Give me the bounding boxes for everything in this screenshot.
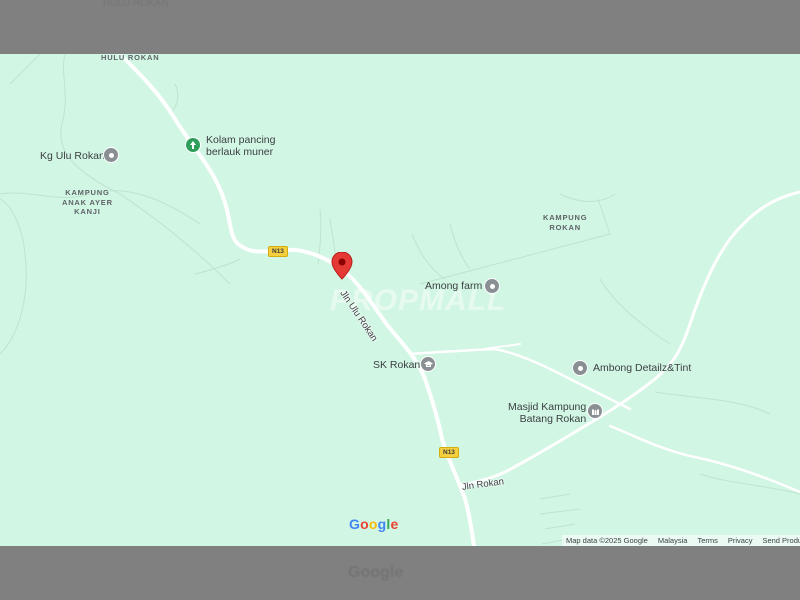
- obscured-logo-letter: g: [380, 564, 390, 581]
- obscured-logo-letter: o: [360, 564, 371, 581]
- graduation-cap-glyph: [423, 360, 433, 367]
- map-viewport[interactable]: PROPMALL HULU ROKAN KAMPUNG ANAK AYER KA…: [0, 54, 800, 546]
- send-feedback-link[interactable]: Send Product Feedback: [762, 536, 800, 545]
- google-logo: Google: [349, 516, 398, 532]
- place-label-kg-ulu-rokan[interactable]: Kg Ulu Rokan: [40, 150, 105, 162]
- mosque-glyph: [591, 409, 599, 415]
- top-dim-overlay: HULU ROKAN: [0, 0, 800, 54]
- google-logo-letter: G: [349, 516, 361, 532]
- place-label-ambong-detailz[interactable]: Ambong Detailz&Tint: [593, 362, 691, 374]
- google-logo-letter: o: [360, 516, 369, 532]
- obscured-logo-letter: o: [370, 564, 381, 581]
- mosque-icon[interactable]: [587, 403, 603, 419]
- tree-glyph: [190, 141, 196, 149]
- place-icon[interactable]: [484, 278, 500, 294]
- obscured-logo-letter: e: [394, 564, 404, 581]
- place-label-among-farm[interactable]: Among farm: [425, 280, 482, 292]
- google-logo-letter: o: [368, 516, 378, 532]
- google-logo-letter: e: [390, 516, 399, 532]
- obscured-label: HULU ROKAN: [103, 0, 169, 9]
- map-attribution-bar: Map data ©2025 Google Malaysia Terms Pri…: [562, 535, 800, 546]
- place-label-masjid[interactable]: Masjid Kampung Batang Rokan: [508, 401, 586, 425]
- terms-link[interactable]: Terms: [697, 536, 717, 545]
- map-data-credit: Map data ©2025 Google: [566, 536, 648, 545]
- region-link[interactable]: Malaysia: [658, 536, 688, 545]
- obscured-google-logo: Google: [348, 564, 403, 582]
- road-shield-n13: N13: [268, 246, 288, 257]
- place-label-kolam-pancing[interactable]: Kolam pancing berlauk muner: [206, 134, 275, 158]
- bottom-dim-overlay: Google: [0, 546, 800, 600]
- place-icon-dot: [489, 283, 495, 289]
- place-icon[interactable]: [103, 147, 119, 163]
- area-label-kampung-anak-ayer-kanji: KAMPUNG ANAK AYER KANJI: [62, 188, 113, 216]
- park-icon[interactable]: [185, 137, 201, 153]
- area-label-kampung-rokan: KAMPUNG ROKAN: [543, 213, 588, 232]
- privacy-link[interactable]: Privacy: [728, 536, 753, 545]
- road-shield-n13: N13: [439, 447, 459, 458]
- obscured-logo-letter: G: [348, 564, 361, 581]
- location-pin-icon[interactable]: [331, 252, 353, 280]
- place-icon-dot: [577, 365, 583, 371]
- place-label-sk-rokan[interactable]: SK Rokan: [373, 359, 420, 371]
- area-label-hulu-rokan: HULU ROKAN: [101, 54, 160, 62]
- place-icon-dot: [108, 152, 114, 158]
- school-icon[interactable]: [420, 356, 436, 372]
- place-icon[interactable]: [572, 360, 588, 376]
